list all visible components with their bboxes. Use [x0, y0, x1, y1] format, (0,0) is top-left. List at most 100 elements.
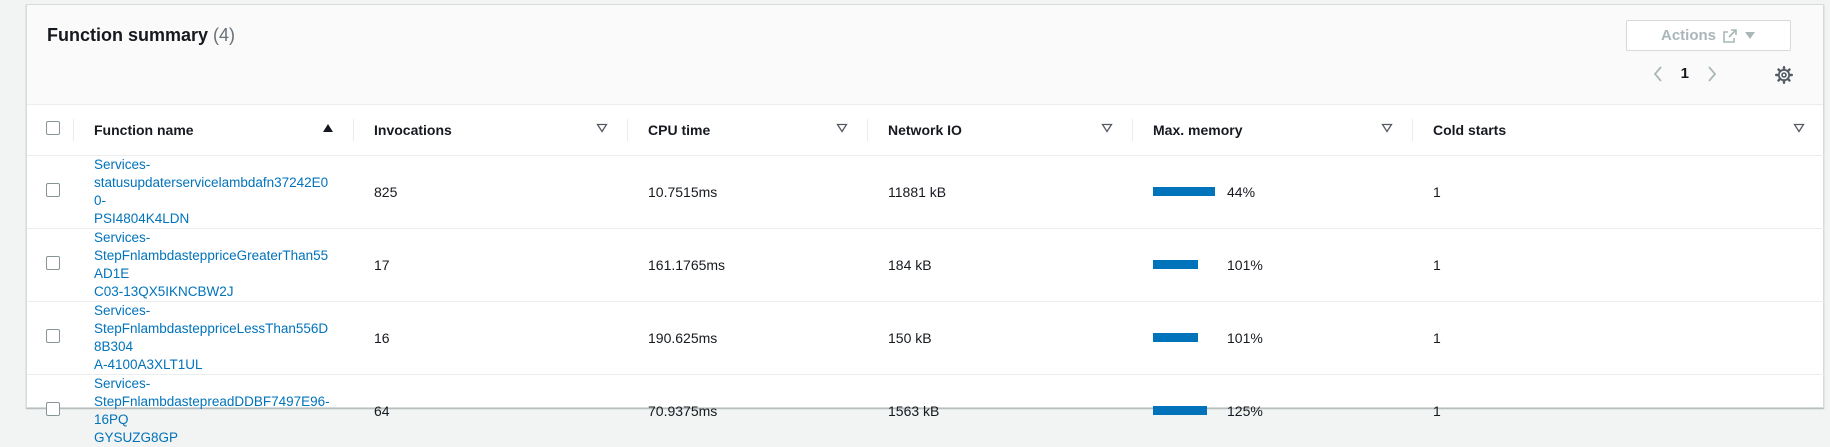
- memory-percent: 101%: [1227, 256, 1263, 273]
- function-name-cell: Services- StepFnlambdasteppriceLessThan5…: [74, 301, 354, 375]
- column-header-label: Invocations: [374, 121, 452, 138]
- memory-bar-fill: [1153, 187, 1215, 196]
- function-name-line: StepFnlambdasteppriceGreaterThan55AD1E: [94, 247, 329, 281]
- chevron-right-icon: [1708, 65, 1717, 82]
- column-header-label: Function name: [94, 121, 194, 138]
- row-checkbox[interactable]: [46, 329, 60, 343]
- memory-bar-track: [1153, 187, 1225, 196]
- pagination: 1: [1653, 65, 1717, 82]
- gear-icon: [1775, 66, 1793, 84]
- function-name-line: statusupdaterservicelambdafn37242E00-: [94, 174, 329, 208]
- column-header-cold-starts[interactable]: Cold starts: [1413, 105, 1825, 156]
- cold-starts-cell: 1: [1413, 228, 1825, 302]
- memory-bar-track: [1153, 260, 1225, 269]
- max-memory-cell: 101%: [1133, 228, 1413, 302]
- function-summary-panel: Function summary (4) Actions 1 Function …: [26, 4, 1825, 445]
- panel-title: Function summary (4): [47, 25, 235, 46]
- invocations-cell: 17: [354, 228, 628, 302]
- pagination-prev-button[interactable]: [1653, 65, 1663, 82]
- cold-starts-cell: 1: [1413, 301, 1825, 375]
- panel-title-text: Function summary: [47, 25, 209, 45]
- actions-button[interactable]: Actions: [1626, 20, 1791, 51]
- select-all-cell: [27, 105, 74, 156]
- preferences-button[interactable]: [1775, 66, 1793, 84]
- cold-starts-cell: 1: [1433, 402, 1441, 419]
- memory-percent: 44%: [1227, 183, 1256, 200]
- function-name-link[interactable]: Services- statusupdaterservicelambdafn37…: [94, 156, 334, 228]
- cpu-time-cell: 161.1765ms: [628, 228, 868, 302]
- invocations-cell: 825: [354, 155, 628, 229]
- function-name-line: Services-: [94, 156, 151, 172]
- network-io-cell: 184 kB: [868, 228, 1133, 302]
- row-checkbox[interactable]: [46, 256, 60, 270]
- column-header-label: CPU time: [648, 121, 711, 138]
- invocations-cell: 16: [354, 301, 628, 375]
- memory-meter: 125%: [1153, 403, 1393, 419]
- table-row: Services- StepFnlambdastepreadDDBF7497E9…: [27, 374, 1825, 447]
- chevron-left-icon: [1653, 65, 1662, 82]
- table-row: Services- StepFnlambdasteppriceGreaterTh…: [27, 228, 1825, 302]
- pagination-page-number[interactable]: 1: [1681, 65, 1689, 82]
- memory-meter: 101%: [1153, 257, 1393, 273]
- panel-title-count: (4): [213, 25, 236, 45]
- caret-down-icon: [1745, 31, 1755, 39]
- column-header-label: Cold starts: [1433, 121, 1507, 138]
- column-header-label: Network IO: [888, 121, 962, 138]
- table-header-row: Function name Invocations CPU time Netwo…: [27, 105, 1825, 156]
- row-checkbox[interactable]: [46, 183, 60, 197]
- function-name-link[interactable]: Services- StepFnlambdastepreadDDBF7497E9…: [94, 375, 334, 447]
- column-header-network-io[interactable]: Network IO: [868, 105, 1133, 156]
- row-select-cell: [27, 228, 74, 302]
- cpu-time-cell: 190.625ms: [628, 301, 868, 375]
- function-name-cell: Services- statusupdaterservicelambdafn37…: [74, 155, 354, 229]
- function-name-link[interactable]: Services- StepFnlambdasteppriceGreaterTh…: [94, 229, 334, 301]
- max-memory-cell: 125%: [1133, 374, 1413, 447]
- column-header-label: Max. memory: [1153, 121, 1243, 138]
- function-name-line: Services-: [94, 375, 151, 391]
- cold-starts-cell: 1: [1413, 155, 1825, 229]
- sort-ascending-icon: [323, 124, 333, 132]
- function-name-line: A-4100A3XLT1UL: [94, 356, 203, 372]
- table-row: Services- statusupdaterservicelambdafn37…: [27, 155, 1825, 229]
- row-select-cell: [27, 301, 74, 375]
- max-memory-cell: 44%: [1133, 155, 1413, 229]
- memory-meter: 44%: [1153, 184, 1393, 200]
- memory-percent: 101%: [1227, 329, 1263, 346]
- sort-down-icon: [1793, 123, 1805, 133]
- memory-percent: 125%: [1227, 402, 1263, 419]
- function-name-cell: Services- StepFnlambdasteppriceGreaterTh…: [74, 228, 354, 302]
- function-name-line: PSI4804K4LDN: [94, 210, 190, 226]
- sort-down-icon: [596, 123, 608, 133]
- sort-down-icon: [1381, 123, 1393, 133]
- column-header-invocations[interactable]: Invocations: [354, 105, 628, 156]
- function-name-line: GYSUZG8GP: [94, 429, 179, 445]
- function-table: Function name Invocations CPU time Netwo…: [27, 105, 1825, 447]
- network-io-cell: 1563 kB: [888, 402, 940, 419]
- memory-bar-track: [1153, 406, 1225, 415]
- row-select-cell: [27, 155, 74, 229]
- cpu-time-cell: 70.9375ms: [648, 402, 718, 419]
- column-header-cpu-time[interactable]: CPU time: [628, 105, 868, 156]
- pagination-next-button[interactable]: [1707, 65, 1717, 82]
- select-all-checkbox[interactable]: [46, 121, 60, 136]
- sort-down-icon: [836, 123, 848, 133]
- cpu-time-cell: 10.7515ms: [628, 155, 868, 229]
- memory-bar-fill: [1153, 260, 1198, 269]
- function-name-line: StepFnlambdasteppriceLessThan556D8B304: [94, 320, 329, 354]
- network-io-cell: 11881 kB: [868, 155, 1133, 229]
- function-name-link[interactable]: Services- StepFnlambdasteppriceLessThan5…: [94, 302, 334, 374]
- function-name-line: Services-: [94, 302, 151, 318]
- max-memory-cell: 101%: [1133, 301, 1413, 375]
- panel-header: Function summary (4) Actions 1: [27, 5, 1823, 105]
- memory-bar-track: [1153, 333, 1225, 342]
- actions-button-label: Actions: [1660, 27, 1716, 44]
- external-link-icon: [1723, 28, 1737, 43]
- column-header-max-memory[interactable]: Max. memory: [1133, 105, 1413, 156]
- function-name-line: Services-: [94, 229, 151, 245]
- memory-meter: 101%: [1153, 330, 1393, 346]
- row-checkbox[interactable]: [46, 402, 60, 416]
- column-header-function-name[interactable]: Function name: [74, 105, 354, 156]
- function-name-line: C03-13QX5IKNCBW2J: [94, 283, 234, 299]
- row-select-cell: [27, 374, 74, 447]
- network-io-cell: 150 kB: [868, 301, 1133, 375]
